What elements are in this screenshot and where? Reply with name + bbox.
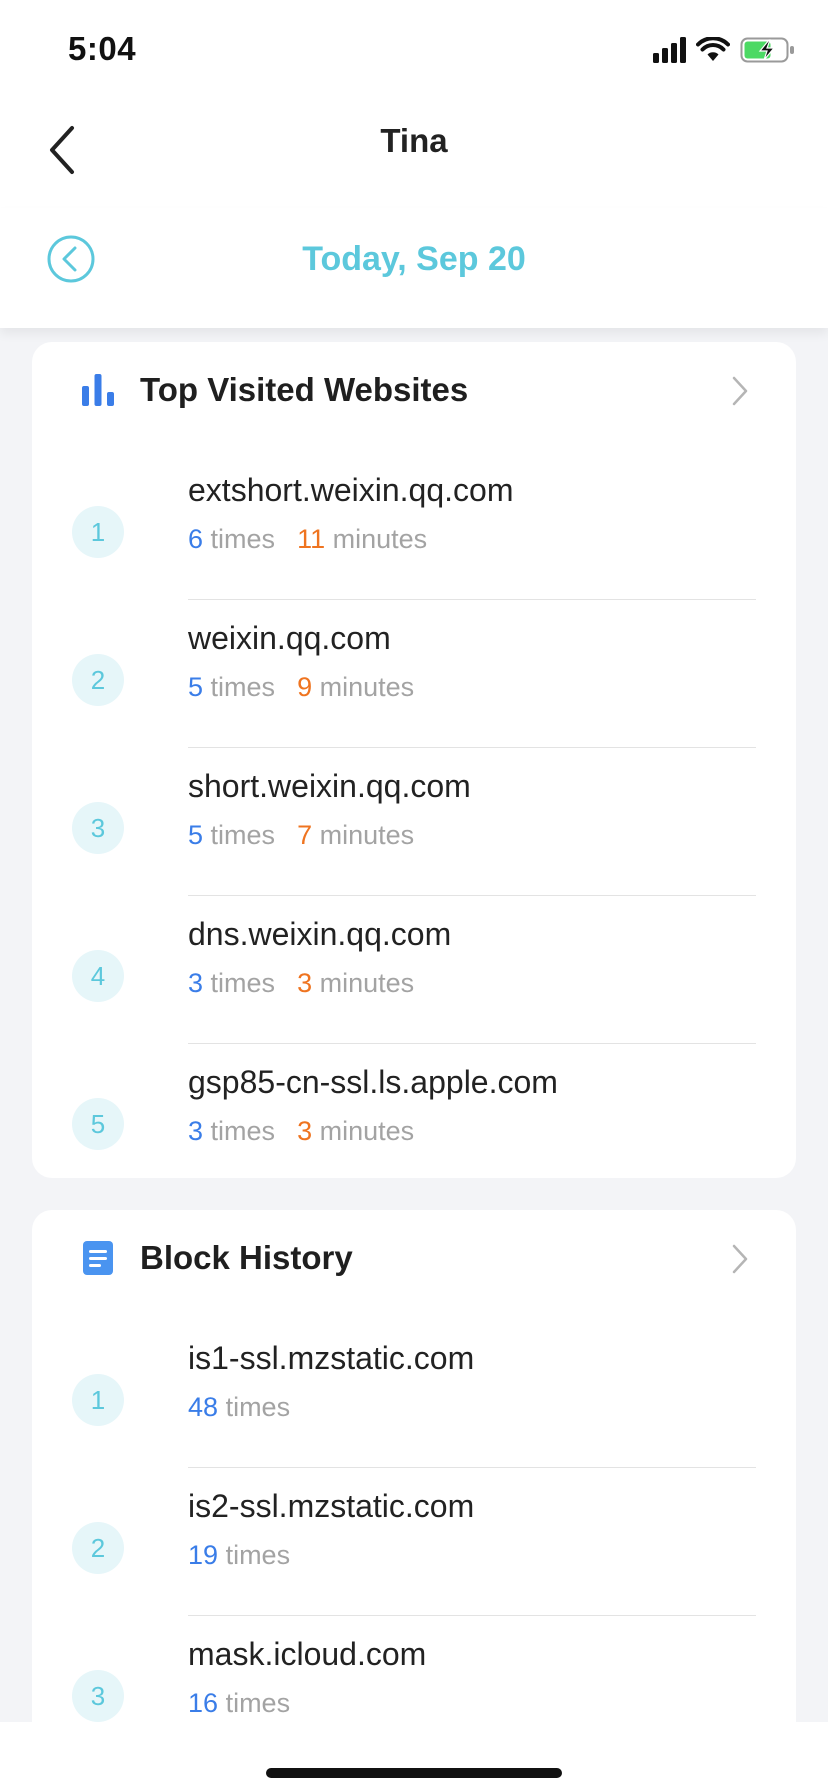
visit-count: 5 bbox=[188, 820, 204, 850]
screen: 5:04 Tina Today, Sep 20 Top Visited Webs… bbox=[0, 0, 828, 1792]
website-stats: 5 times 9 minutes bbox=[188, 672, 414, 703]
blocked-site-row[interactable]: 1 is1-ssl.mzstatic.com 48 times bbox=[32, 1320, 796, 1468]
date-label: Today, Sep 20 bbox=[302, 240, 526, 278]
times-label: times bbox=[210, 1116, 276, 1146]
minutes-count: 9 bbox=[297, 672, 313, 702]
website-domain: gsp85-cn-ssl.ls.apple.com bbox=[188, 1064, 558, 1100]
home-indicator[interactable] bbox=[266, 1768, 562, 1778]
visit-count: 3 bbox=[188, 1116, 204, 1146]
website-row[interactable]: 4 dns.weixin.qq.com 3 times 3 minutes bbox=[32, 896, 796, 1044]
blocked-site-row[interactable]: 2 is2-ssl.mzstatic.com 19 times bbox=[32, 1468, 796, 1616]
blocked-domain: mask.icloud.com bbox=[188, 1636, 427, 1672]
block-stats: 48 times bbox=[188, 1392, 290, 1423]
rank-badge: 2 bbox=[72, 1522, 124, 1574]
website-row[interactable]: 2 weixin.qq.com 5 times 9 minutes bbox=[32, 600, 796, 748]
website-domain: dns.weixin.qq.com bbox=[188, 916, 452, 952]
website-domain: short.weixin.qq.com bbox=[188, 768, 471, 804]
document-list-icon bbox=[83, 1241, 113, 1275]
rank-badge: 4 bbox=[72, 950, 124, 1002]
status-time: 5:04 bbox=[68, 30, 137, 67]
website-stats: 3 times 3 minutes bbox=[188, 968, 414, 999]
website-row[interactable]: 1 extshort.weixin.qq.com 6 times 11 minut… bbox=[32, 452, 796, 600]
website-row[interactable]: 3 short.weixin.qq.com 5 times 7 minutes bbox=[32, 748, 796, 896]
website-stats: 5 times 7 minutes bbox=[188, 820, 414, 851]
top-visited-websites-title: Top Visited Websites bbox=[140, 371, 469, 408]
rank-badge: 3 bbox=[72, 1670, 124, 1722]
rank-badge: 1 bbox=[72, 1374, 124, 1426]
minutes-count: 3 bbox=[297, 968, 313, 998]
minutes-label: minutes bbox=[319, 968, 415, 998]
top-visited-websites-header[interactable]: Top Visited Websites bbox=[32, 342, 796, 438]
visit-count: 5 bbox=[188, 672, 204, 702]
website-domain: weixin.qq.com bbox=[188, 620, 391, 656]
times-label: times bbox=[225, 1688, 291, 1718]
website-row[interactable]: 5 gsp85-cn-ssl.ls.apple.com 3 times 3 min… bbox=[32, 1044, 796, 1192]
blocked-domain: is1-ssl.mzstatic.com bbox=[188, 1340, 475, 1376]
rank-badge: 5 bbox=[72, 1098, 124, 1150]
block-stats: 19 times bbox=[188, 1540, 290, 1571]
blocked-domain: is2-ssl.mzstatic.com bbox=[188, 1488, 475, 1524]
visit-count: 6 bbox=[188, 524, 204, 554]
times-label: times bbox=[210, 820, 276, 850]
times-label: times bbox=[225, 1540, 291, 1570]
website-domain: extshort.weixin.qq.com bbox=[188, 472, 514, 508]
minutes-label: minutes bbox=[332, 524, 428, 554]
home-indicator-area bbox=[0, 1722, 828, 1792]
times-label: times bbox=[210, 672, 276, 702]
chevron-right-icon bbox=[732, 376, 748, 406]
bar-chart-icon bbox=[82, 374, 114, 406]
block-count: 48 bbox=[188, 1392, 219, 1422]
block-stats: 16 times bbox=[188, 1688, 290, 1719]
minutes-label: minutes bbox=[319, 1116, 415, 1146]
rank-badge: 3 bbox=[72, 802, 124, 854]
visit-count: 3 bbox=[188, 968, 204, 998]
rank-badge: 2 bbox=[72, 654, 124, 706]
times-label: times bbox=[225, 1392, 291, 1422]
minutes-count: 3 bbox=[297, 1116, 313, 1146]
block-count: 19 bbox=[188, 1540, 219, 1570]
minutes-count: 11 bbox=[297, 524, 326, 554]
status-bar: 5:04 bbox=[0, 0, 828, 100]
block-history-header[interactable]: Block History bbox=[32, 1210, 796, 1306]
block-history-card: Block History 1 is1-ssl.mzstatic.com 48 … bbox=[32, 1210, 796, 1770]
minutes-label: minutes bbox=[319, 820, 415, 850]
block-history-title: Block History bbox=[140, 1239, 353, 1276]
times-label: times bbox=[210, 968, 276, 998]
minutes-label: minutes bbox=[319, 672, 415, 702]
cellular-signal-icon bbox=[653, 37, 686, 63]
rank-badge: 1 bbox=[72, 506, 124, 558]
battery-charging-icon bbox=[740, 37, 794, 63]
block-history-list: 1 is1-ssl.mzstatic.com 48 times 2 is2-ss… bbox=[32, 1320, 796, 1764]
top-visited-websites-card: Top Visited Websites 1 extshort.weixin.q… bbox=[32, 342, 796, 1178]
times-label: times bbox=[210, 524, 276, 554]
chevron-right-icon bbox=[732, 1244, 748, 1274]
website-stats: 6 times 11 minutes bbox=[188, 524, 427, 555]
website-stats: 3 times 3 minutes bbox=[188, 1116, 414, 1147]
page-title: Tina bbox=[380, 122, 448, 159]
nav-bar: Tina bbox=[0, 100, 828, 208]
date-bar: Today, Sep 20 bbox=[0, 208, 828, 328]
minutes-count: 7 bbox=[297, 820, 313, 850]
status-icons bbox=[653, 34, 796, 66]
wifi-icon bbox=[696, 37, 730, 61]
top-visited-websites-list: 1 extshort.weixin.qq.com 6 times 11 minut… bbox=[32, 452, 796, 1192]
block-count: 16 bbox=[188, 1688, 219, 1718]
